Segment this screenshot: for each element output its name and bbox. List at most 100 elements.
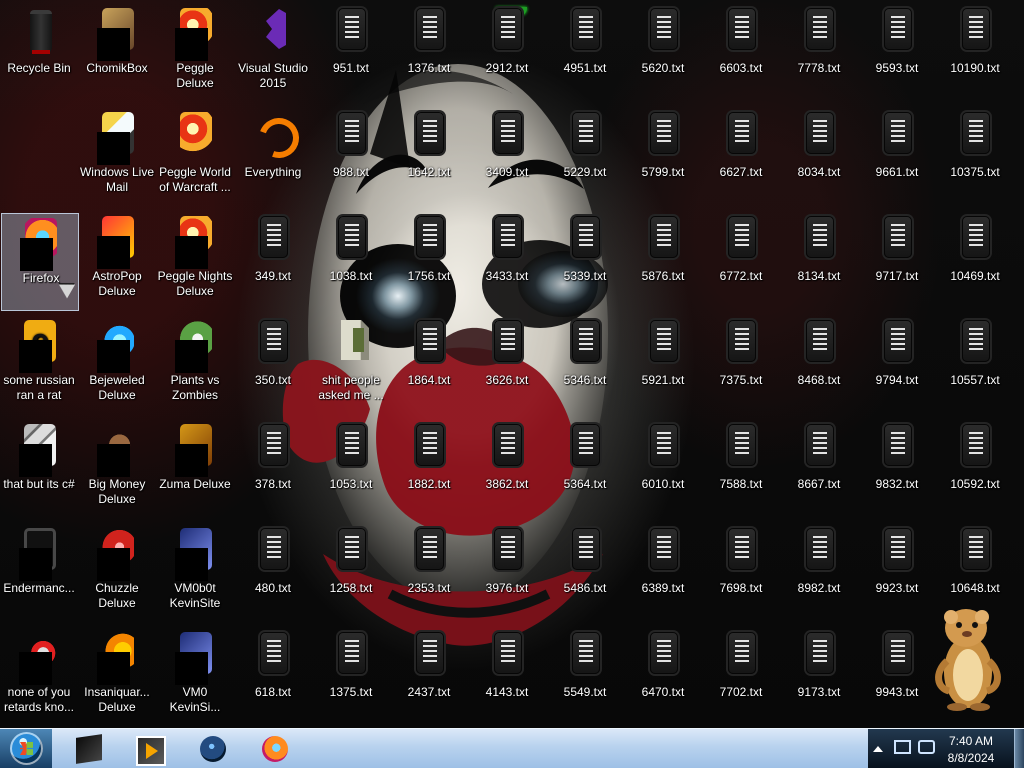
text-file[interactable]: 8034.txt	[780, 108, 858, 206]
text-file[interactable]: 6470.txt	[624, 628, 702, 726]
chuzzle-shortcut[interactable]: Chuzzle Deluxe	[78, 524, 156, 622]
text-file[interactable]: 5486.txt	[546, 524, 624, 622]
text-file[interactable]: 10592.txt	[936, 420, 1014, 518]
text-file[interactable]: 6389.txt	[624, 524, 702, 622]
chomikbox-shortcut[interactable]: ChomikBox	[78, 4, 156, 102]
text-file[interactable]: 10375.txt	[936, 108, 1014, 206]
text-file[interactable]: 7375.txt	[702, 316, 780, 414]
document-file[interactable]: shit people asked me ...	[312, 316, 390, 414]
text-file[interactable]: 5921.txt	[624, 316, 702, 414]
taskbar-app-globe[interactable]	[184, 732, 242, 766]
taskbar-app-firefox[interactable]	[246, 732, 304, 766]
text-file[interactable]: 5620.txt	[624, 4, 702, 102]
text-file[interactable]: 8468.txt	[780, 316, 858, 414]
text-file[interactable]: 8134.txt	[780, 212, 858, 310]
text-file[interactable]: 1756.txt	[390, 212, 468, 310]
text-file[interactable]: 2912.txt	[468, 4, 546, 102]
text-file[interactable]: 8667.txt	[780, 420, 858, 518]
hamster-desktop-pet[interactable]	[929, 603, 1009, 713]
peggle-world-shortcut[interactable]: Peggle World of Warcraft ...	[156, 108, 234, 206]
c-sharp-copy-shortcut[interactable]: that but its c#	[0, 420, 78, 518]
text-file[interactable]: 5229.txt	[546, 108, 624, 206]
text-file[interactable]: 5549.txt	[546, 628, 624, 726]
text-file[interactable]: 7698.txt	[702, 524, 780, 622]
show-hidden-icons-icon[interactable]	[873, 746, 883, 752]
peggle-deluxe-shortcut[interactable]: Peggle Deluxe	[156, 4, 234, 102]
text-file[interactable]: 378.txt	[234, 420, 312, 518]
visual-studio-shortcut[interactable]: Visual Studio 2015	[234, 4, 312, 102]
text-file[interactable]: 1882.txt	[390, 420, 468, 518]
text-file[interactable]: 3976.txt	[468, 524, 546, 622]
text-file[interactable]: 4143.txt	[468, 628, 546, 726]
everything-shortcut[interactable]: Everything	[234, 108, 312, 206]
retards-know-shortcut[interactable]: none of you retards kno...	[0, 628, 78, 726]
text-file[interactable]: 480.txt	[234, 524, 312, 622]
big-money-shortcut[interactable]: Big Money Deluxe	[78, 420, 156, 518]
taskbar-clock[interactable]: 7:40 AM 8/8/2024	[947, 733, 995, 767]
text-file[interactable]: 3626.txt	[468, 316, 546, 414]
windows-live-mail-shortcut[interactable]: Windows Live Mail	[78, 108, 156, 206]
text-file[interactable]: 9717.txt	[858, 212, 936, 310]
text-file[interactable]: 1038.txt	[312, 212, 390, 310]
text-file[interactable]: 1053.txt	[312, 420, 390, 518]
text-file[interactable]: 5346.txt	[546, 316, 624, 414]
text-file[interactable]: 10190.txt	[936, 4, 1014, 102]
text-file[interactable]: 5876.txt	[624, 212, 702, 310]
volume-icon[interactable]	[918, 740, 935, 754]
text-file[interactable]: 2353.txt	[390, 524, 468, 622]
recycle-bin-shortcut[interactable]: Recycle Bin	[0, 4, 78, 102]
text-file-icon	[799, 320, 839, 368]
text-file[interactable]: 5364.txt	[546, 420, 624, 518]
text-file[interactable]: 9173.txt	[780, 628, 858, 726]
rat-shortcut[interactable]: e some russian ran a rat	[0, 316, 78, 414]
text-file[interactable]: 8982.txt	[780, 524, 858, 622]
text-file[interactable]: 618.txt	[234, 628, 312, 726]
text-file[interactable]: 7588.txt	[702, 420, 780, 518]
text-file[interactable]: 3433.txt	[468, 212, 546, 310]
text-file[interactable]: 6627.txt	[702, 108, 780, 206]
text-file[interactable]: 9943.txt	[858, 628, 936, 726]
text-file[interactable]: 3862.txt	[468, 420, 546, 518]
text-file[interactable]: 7778.txt	[780, 4, 858, 102]
bejeweled-shortcut[interactable]: Bejeweled Deluxe	[78, 316, 156, 414]
text-file[interactable]: 350.txt	[234, 316, 312, 414]
plants-vs-zombies-shortcut[interactable]: Plants vs Zombies	[156, 316, 234, 414]
text-file[interactable]: 1864.txt	[390, 316, 468, 414]
endermanc-shortcut[interactable]: Endermanc...	[0, 524, 78, 622]
text-file[interactable]: 10469.txt	[936, 212, 1014, 310]
taskbar-app-media-player[interactable]	[120, 732, 178, 766]
text-file[interactable]: 951.txt	[312, 4, 390, 102]
text-file[interactable]: 5339.txt	[546, 212, 624, 310]
text-file[interactable]: 5799.txt	[624, 108, 702, 206]
text-file[interactable]: 1258.txt	[312, 524, 390, 622]
vm0b0t-kevinsite-shortcut[interactable]: VM0b0t KevinSite	[156, 524, 234, 622]
network-icon[interactable]	[894, 740, 911, 754]
text-file[interactable]: 1642.txt	[390, 108, 468, 206]
vm0-kevinsite-shortcut[interactable]: VM0 KevinSi...	[156, 628, 234, 726]
text-file[interactable]: 9593.txt	[858, 4, 936, 102]
text-file[interactable]: 6603.txt	[702, 4, 780, 102]
start-button[interactable]	[0, 729, 52, 768]
show-desktop-button[interactable]	[1014, 729, 1024, 768]
text-file[interactable]: 7702.txt	[702, 628, 780, 726]
text-file[interactable]: 9661.txt	[858, 108, 936, 206]
text-file[interactable]: 9923.txt	[858, 524, 936, 622]
text-file[interactable]: 6010.txt	[624, 420, 702, 518]
insaniquarium-shortcut[interactable]: Insaniquar... Deluxe	[78, 628, 156, 726]
text-file[interactable]: 6772.txt	[702, 212, 780, 310]
text-file[interactable]: 9794.txt	[858, 316, 936, 414]
text-file[interactable]: 349.txt	[234, 212, 312, 310]
text-file[interactable]: 988.txt	[312, 108, 390, 206]
text-file[interactable]: 4951.txt	[546, 4, 624, 102]
text-file[interactable]: 2437.txt	[390, 628, 468, 726]
text-file[interactable]: 3409.txt	[468, 108, 546, 206]
text-file[interactable]: 1376.txt	[390, 4, 468, 102]
text-file[interactable]: 10557.txt	[936, 316, 1014, 414]
astropop-shortcut[interactable]: AstroPop Deluxe	[78, 212, 156, 310]
text-file[interactable]: 1375.txt	[312, 628, 390, 726]
zuma-shortcut[interactable]: Zuma Deluxe	[156, 420, 234, 518]
taskbar-app-command-window[interactable]	[60, 732, 118, 766]
bejeweled-icon	[97, 320, 137, 373]
text-file[interactable]: 9832.txt	[858, 420, 936, 518]
peggle-nights-shortcut[interactable]: Peggle Nights Deluxe	[156, 212, 234, 310]
